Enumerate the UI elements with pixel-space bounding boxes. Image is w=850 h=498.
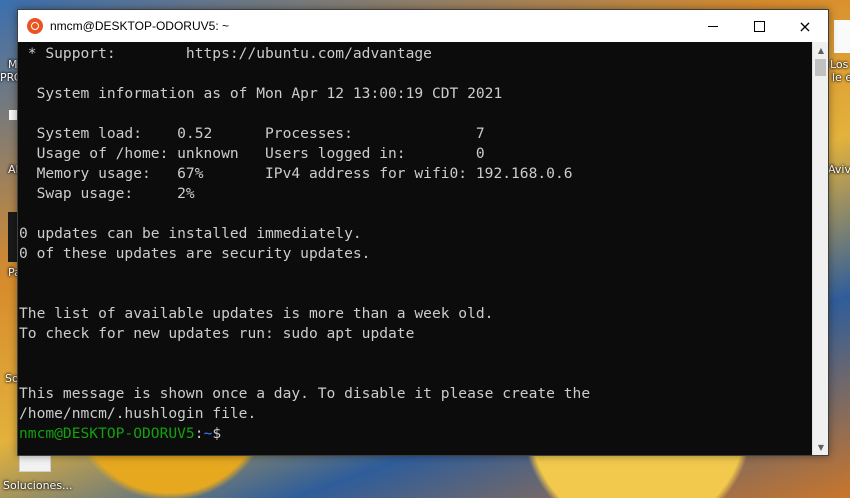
close-button[interactable]: × (782, 10, 828, 42)
window-controls: × (690, 10, 828, 42)
prompt-user-host: nmcm@DESKTOP-ODORUV5 (19, 425, 195, 442)
prompt-path: ~ (203, 425, 213, 442)
scroll-up-icon[interactable]: ▲ (813, 42, 829, 58)
terminal-line: * Support: https://ubuntu.com/advantage (19, 45, 432, 62)
maximize-button[interactable] (736, 10, 782, 42)
prompt-symbol: $ (212, 425, 222, 442)
desktop-label-right-1: Los c (830, 58, 850, 71)
desktop-label-right-3: Aviva (828, 163, 850, 176)
window-title: nmcm@DESKTOP-ODORUV5: ~ (50, 19, 229, 33)
close-icon: × (798, 16, 812, 36)
terminal-output[interactable]: * Support: https://ubuntu.com/advantage … (18, 42, 813, 455)
title-bar[interactable]: nmcm@DESKTOP-ODORUV5: ~ × (18, 10, 828, 42)
terminal-line: Swap usage: 2% (19, 185, 195, 202)
terminal-line: System information as of Mon Apr 12 13:0… (19, 85, 503, 102)
terminal-line: /home/nmcm/.hushlogin file. (19, 405, 257, 422)
terminal-line: Usage of /home: unknown Users logged in:… (19, 145, 485, 162)
desktop-label-right-2: le es (832, 71, 850, 84)
minimize-button[interactable] (690, 10, 736, 42)
desktop-icon-right[interactable] (834, 20, 850, 53)
terminal-line: 0 of these updates are security updates. (19, 245, 371, 262)
scroll-thumb[interactable] (815, 59, 826, 76)
maximize-icon (753, 20, 765, 32)
ubuntu-icon[interactable] (27, 18, 43, 34)
prompt-separator: : (194, 425, 204, 442)
terminal-line: The list of available updates is more th… (19, 305, 494, 322)
scroll-down-icon[interactable]: ▼ (813, 439, 829, 455)
minimize-icon (708, 25, 718, 27)
terminal-line: This message is shown once a day. To dis… (19, 385, 591, 402)
terminal-line: System load: 0.52 Processes: 7 (19, 125, 485, 142)
terminal-line: Memory usage: 67% IPv4 address for wifi0… (19, 165, 573, 182)
terminal-line: To check for new updates run: sudo apt u… (19, 325, 415, 342)
desktop-label-soluciones: Soluciones... (3, 479, 73, 492)
vertical-scrollbar[interactable]: ▲ ▼ (812, 42, 828, 455)
terminal-line: 0 updates can be installed immediately. (19, 225, 362, 242)
terminal-window: nmcm@DESKTOP-ODORUV5: ~ × * Support: htt… (17, 9, 829, 456)
shell-prompt[interactable]: nmcm@DESKTOP-ODORUV5:~$ (19, 424, 813, 444)
